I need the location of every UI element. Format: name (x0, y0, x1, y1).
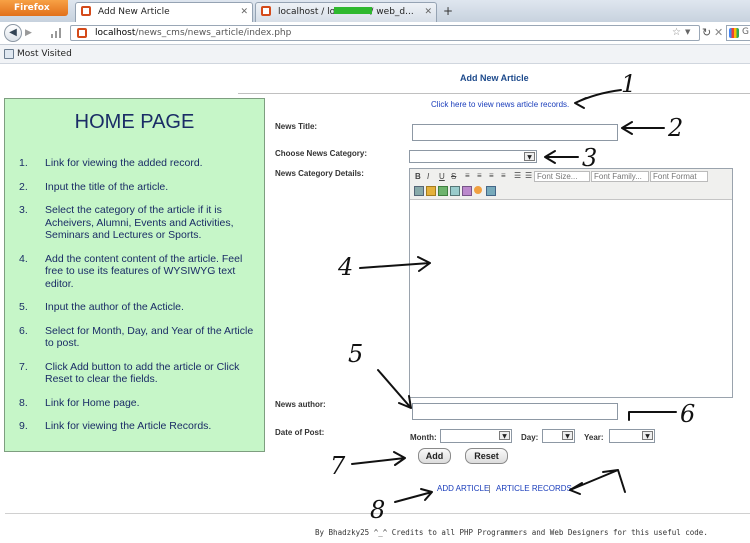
annotation-number-8: 8 (370, 496, 385, 524)
annotation-arrow-2 (621, 121, 665, 135)
annotation-number-5: 5 (348, 340, 363, 368)
annotation-arrow-7 (351, 451, 406, 466)
annotation-arrow-3 (544, 150, 579, 164)
hand-drawn-annotations: 1 2 3 4 5 6 7 8 (330, 70, 695, 524)
annotation-number-2: 2 (667, 114, 683, 142)
annotation-arrow-6 (628, 411, 677, 421)
annotation-number-7: 7 (330, 452, 346, 480)
annotation-arrow-4 (359, 256, 431, 272)
annotation-number-4: 4 (337, 253, 353, 281)
annotation-arrow-5 (377, 369, 412, 409)
annotation-arrow-8 (394, 488, 433, 503)
annotation-arrow-9 (569, 469, 626, 495)
annotation-number-3: 3 (582, 144, 597, 172)
annotation-number-1: 1 (621, 70, 636, 98)
annotation-arrow-1 (574, 89, 622, 109)
annotation-number-6: 6 (680, 400, 695, 428)
